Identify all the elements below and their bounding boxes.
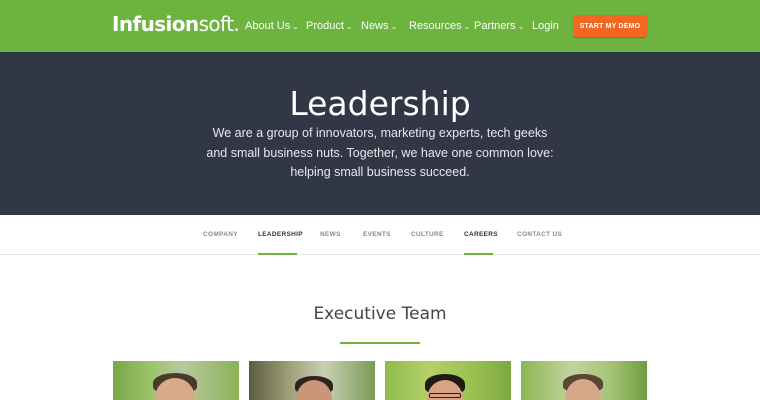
section-subnav: COMPANY LEADERSHIP NEWS EVENTS CULTURE C… [0,215,760,255]
subnav-leadership[interactable]: LEADERSHIP [258,231,303,238]
nav-resources[interactable]: Resources ⌄ [409,19,470,34]
top-nav-bar: Infusionsoft. About Us ⌄ Product ⌄ News ⌄ R… [0,0,760,52]
infusionsoft-logo[interactable]: Infusionsoft. [112,11,240,37]
executive-photo-3[interactable] [385,361,511,400]
start-my-demo-button[interactable]: START MY DEMO [573,15,647,37]
nav-login-label: Login [532,20,559,32]
nav-product[interactable]: Product ⌄ [306,19,353,34]
chevron-down-icon: ⌄ [390,22,398,31]
nav-about-us[interactable]: About Us ⌄ [245,19,299,34]
subnav-company[interactable]: COMPANY [203,231,238,238]
chevron-down-icon: ⌄ [345,22,353,31]
logo-text-light: soft. [198,12,240,36]
subnav-careers[interactable]: CAREERS [464,231,498,238]
chevron-down-icon: ⌄ [292,22,299,31]
nav-news[interactable]: News ⌄ [361,19,397,34]
nav-partners[interactable]: Partners ⌄ [474,19,524,34]
chevron-down-icon: ⌄ [517,22,525,31]
subnav-careers-underline [464,253,493,255]
subnav-culture[interactable]: CULTURE [411,231,444,238]
nav-partners-label: Partners [474,20,516,32]
page-title: Leadership [289,84,471,123]
nav-about-us-label: About Us [245,20,291,32]
logo-text-bold: Infusion [112,12,199,36]
executive-photo-2[interactable] [249,361,375,400]
hero-intro-line-2: and small business nuts. Together, we ha… [206,146,554,160]
executive-photo-4[interactable] [521,361,647,400]
subnav-contact-us[interactable]: CONTACT US [517,231,562,238]
subnav-news[interactable]: NEWS [320,231,341,238]
nav-product-label: Product [306,20,344,32]
subnav-events[interactable]: EVENTS [363,231,391,238]
hero-intro-line-1: We are a group of innovators, marketing … [212,126,548,140]
nav-login[interactable]: Login [532,19,559,33]
executive-photo-1[interactable] [113,361,239,400]
subnav-leadership-underline [258,253,297,255]
hero-intro-line-3: helping small business succeed. [290,165,470,179]
hero-banner: Leadership We are a group of innovators,… [0,52,760,215]
glasses-shape [429,393,461,398]
section-title-divider [340,342,420,344]
section-title: Executive Team [313,304,447,324]
nav-resources-label: Resources [409,20,462,32]
chevron-down-icon: ⌄ [463,22,471,31]
nav-news-label: News [361,20,389,32]
